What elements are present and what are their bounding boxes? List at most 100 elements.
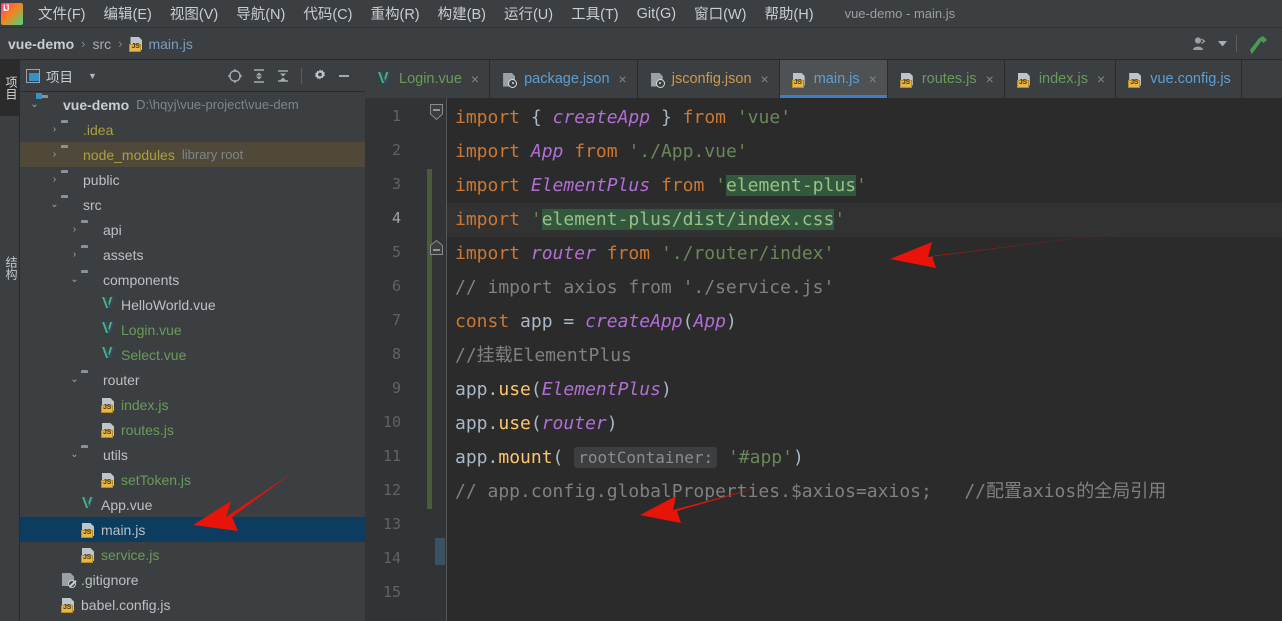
chevron-right-icon[interactable]: › xyxy=(48,174,61,185)
fold-marker-open-line-1[interactable] xyxy=(429,104,444,121)
line-number: 14 xyxy=(382,549,401,567)
chevron-down-icon[interactable]: ▼ xyxy=(88,71,97,81)
menu-item-view[interactable]: 视图(V) xyxy=(161,1,227,26)
tree-item-api[interactable]: › api xyxy=(20,217,365,242)
tree-item-main-js[interactable]: main.js xyxy=(20,517,365,542)
tree-item-public[interactable]: › public xyxy=(20,167,365,192)
editor-gutter[interactable]: 1 2 3 4 5 6 7 8 9 10 11 12 13 14 15 xyxy=(365,98,447,621)
tree-item-node-modules[interactable]: › node_modules library root xyxy=(20,142,365,167)
tree-item-utils[interactable]: ⌄ utils xyxy=(20,442,365,467)
settings-gear-icon[interactable] xyxy=(309,65,331,87)
chevron-right-icon[interactable]: › xyxy=(68,224,81,235)
code-editor[interactable]: 1 2 3 4 5 6 7 8 9 10 11 12 13 14 15 import { createApp… xyxy=(365,98,1282,621)
line-number: 11 xyxy=(382,447,401,465)
hide-minimize-icon[interactable] xyxy=(333,65,355,87)
user-account-icon[interactable] xyxy=(1185,32,1215,56)
menu-item-git[interactable]: Git(G) xyxy=(628,4,685,24)
tree-item-babel-config-js[interactable]: babel.config.js xyxy=(20,592,365,617)
project-window-icon xyxy=(26,68,40,83)
strip-tab-structure[interactable]: 结构 xyxy=(0,240,20,296)
menu-item-edit[interactable]: 编辑(E) xyxy=(95,1,161,26)
menu-item-run[interactable]: 运行(U) xyxy=(495,1,562,26)
menu-item-navigate[interactable]: 导航(N) xyxy=(227,1,294,26)
ide-window: 文件(F) 编辑(E) 视图(V) 导航(N) 代码(C) 重构(R) 构建(B… xyxy=(0,0,1282,621)
breadcrumb-src[interactable]: src xyxy=(92,36,111,52)
breadcrumb-main-js[interactable]: main.js xyxy=(148,36,192,52)
menu-item-help[interactable]: 帮助(H) xyxy=(755,1,822,26)
editor-tab-login-vue[interactable]: Login.vue × xyxy=(365,60,491,98)
expand-all-icon[interactable] xyxy=(248,65,270,87)
close-icon[interactable]: × xyxy=(869,71,877,87)
folder-icon xyxy=(61,147,78,162)
menu-item-window[interactable]: 窗口(W) xyxy=(685,1,755,26)
menu-item-code[interactable]: 代码(C) xyxy=(294,1,361,26)
line-number: 15 xyxy=(382,583,401,601)
menu-item-refactor[interactable]: 重构(R) xyxy=(361,1,428,26)
toolbar-divider xyxy=(1236,35,1237,52)
tree-item--idea[interactable]: › .idea xyxy=(20,117,365,142)
strip-tab-project[interactable]: 项目 xyxy=(0,60,20,116)
chevron-down-icon[interactable]: ⌄ xyxy=(48,199,61,210)
chevron-right-icon[interactable]: › xyxy=(48,149,61,160)
tree-item-service-js[interactable]: service.js xyxy=(20,542,365,567)
editor-tab-vue-config-js[interactable]: vue.config.js xyxy=(1116,60,1242,98)
chevron-down-icon[interactable]: ⌄ xyxy=(28,99,41,110)
json-file-icon xyxy=(650,72,665,88)
code-line-12: // app.config.globalProperties.$axios=ax… xyxy=(455,481,1167,502)
chevron-down-icon[interactable]: ⌄ xyxy=(68,449,81,460)
editor-tab-main-js[interactable]: main.js × xyxy=(779,60,888,98)
hammer-build-icon[interactable] xyxy=(1244,32,1274,56)
project-tree[interactable]: ⌄ vue-demo D:\hqyj\vue-project\vue-dem › .id… xyxy=(20,92,365,621)
fold-marker-closed-line-5[interactable] xyxy=(429,240,444,255)
tree-item-select-vue[interactable]: Select.vue xyxy=(20,342,365,367)
tree-item-routes-js[interactable]: routes.js xyxy=(20,417,365,442)
menu-item-build[interactable]: 构建(B) xyxy=(429,1,495,26)
editor-tab-bar[interactable]: Login.vue×package.json×jsconfig.json×mai… xyxy=(365,60,1282,98)
tree-item--gitignore[interactable]: .gitignore xyxy=(20,567,365,592)
close-icon[interactable]: × xyxy=(761,71,769,87)
editor-tab-package-json[interactable]: package.json × xyxy=(490,60,638,98)
tree-item-label: main.js xyxy=(101,521,146,538)
chevron-right-icon[interactable]: › xyxy=(48,124,61,135)
tree-item-helloworld-vue[interactable]: HelloWorld.vue xyxy=(20,292,365,317)
tree-item-router[interactable]: ⌄ router xyxy=(20,367,365,392)
tree-item-components[interactable]: ⌄ components xyxy=(20,267,365,292)
tree-item-assets[interactable]: › assets xyxy=(20,242,365,267)
js-file-icon xyxy=(101,473,116,488)
tree-item-index-js[interactable]: index.js xyxy=(20,392,365,417)
chevron-down-icon[interactable] xyxy=(1215,32,1229,56)
project-panel-title-group[interactable]: 项目 ▼ xyxy=(26,66,97,86)
gutter-marker-line-14[interactable] xyxy=(435,538,445,565)
js-file-icon xyxy=(1128,72,1143,88)
tree-item-login-vue[interactable]: Login.vue xyxy=(20,317,365,342)
js-file-icon xyxy=(899,72,915,88)
editor-tab-routes-js[interactable]: routes.js × xyxy=(888,60,1005,98)
editor-tab-index-js[interactable]: index.js × xyxy=(1005,60,1117,98)
editor-tab-jsconfig-json[interactable]: jsconfig.json × xyxy=(638,60,780,98)
line-number: 5 xyxy=(391,243,401,261)
tree-item-label: index.js xyxy=(121,396,169,413)
menu-item-tools[interactable]: 工具(T) xyxy=(562,1,628,26)
chevron-down-icon[interactable]: ⌄ xyxy=(68,374,81,385)
chevron-down-icon[interactable]: ⌄ xyxy=(68,274,81,285)
tree-item-label: Select.vue xyxy=(121,346,187,363)
collapse-all-icon[interactable] xyxy=(272,65,294,87)
breadcrumb-project[interactable]: vue-demo xyxy=(8,36,74,52)
editor-tab-label: index.js xyxy=(1038,71,1088,87)
folder-module-icon xyxy=(41,97,58,112)
close-icon[interactable]: × xyxy=(471,71,479,87)
tree-item-src[interactable]: ⌄ src xyxy=(20,192,365,217)
editor-area: Login.vue×package.json×jsconfig.json×mai… xyxy=(365,60,1282,621)
tree-item-vue-demo[interactable]: ⌄ vue-demo D:\hqyj\vue-project\vue-dem xyxy=(20,92,365,117)
js-file-icon xyxy=(129,37,144,52)
locate-target-icon[interactable] xyxy=(224,65,246,87)
close-icon[interactable]: × xyxy=(986,71,994,87)
tree-item-settoken-js[interactable]: setToken.js xyxy=(20,467,365,492)
close-icon[interactable]: × xyxy=(619,71,627,87)
chevron-right-icon[interactable]: › xyxy=(68,249,81,260)
tree-item-label: public xyxy=(83,171,120,188)
editor-tab-label: Login.vue xyxy=(399,71,462,87)
menu-item-file[interactable]: 文件(F) xyxy=(29,1,95,26)
close-icon[interactable]: × xyxy=(1097,71,1105,87)
tree-item-app-vue[interactable]: App.vue xyxy=(20,492,365,517)
